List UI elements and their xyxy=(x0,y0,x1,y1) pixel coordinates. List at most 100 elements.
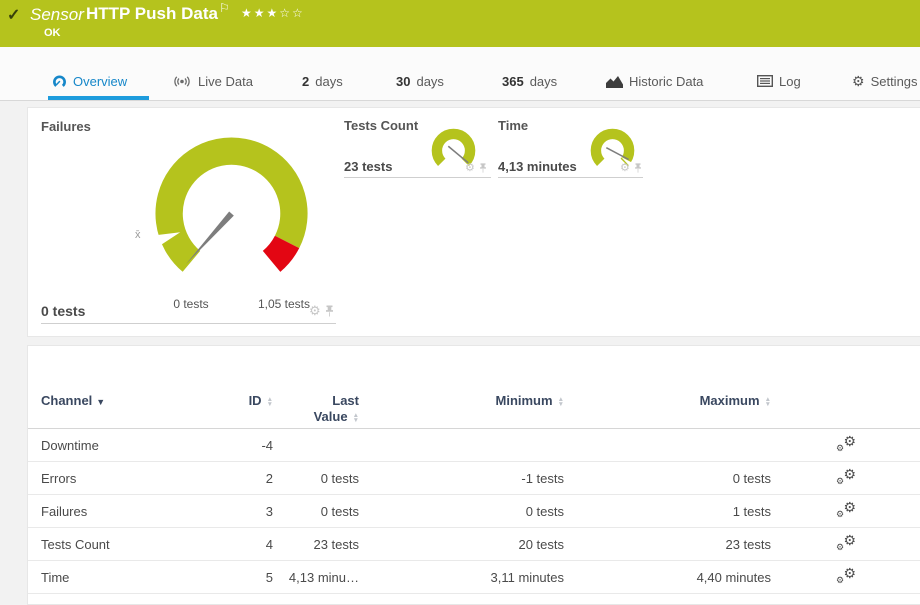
channels-table: Channel ▼ ID▲▼ Last Value ▲▼ Minimum▲▼ Max… xyxy=(28,391,920,594)
gauge-value-failures: 0 tests xyxy=(41,303,85,319)
tab-label: days xyxy=(416,74,443,89)
header-label: Last xyxy=(273,393,359,409)
channel-minimum: 3,11 minutes xyxy=(359,570,564,585)
header-minimum[interactable]: Minimum▲▼ xyxy=(359,393,564,409)
tab-2-days[interactable]: 2 days xyxy=(302,70,343,92)
table-row: Failures 3 0 tests 0 tests 1 tests ⚙⚙ xyxy=(28,495,920,528)
tab-label: days xyxy=(530,74,557,89)
channel-name: Failures xyxy=(41,504,218,519)
channel-settings-icon[interactable]: ⚙⚙ xyxy=(836,567,856,585)
stars-filled[interactable]: ★★★ xyxy=(241,6,279,20)
channel-settings-icon[interactable]: ⚙⚙ xyxy=(836,435,856,453)
channel-id: -4 xyxy=(218,438,273,453)
sensor-title: HTTP Push Data xyxy=(86,4,218,24)
cell-divider xyxy=(344,177,491,178)
channel-minimum: 0 tests xyxy=(359,504,564,519)
priority-stars[interactable]: ★★★☆☆ xyxy=(241,6,305,20)
gauge-title-time: Time xyxy=(498,118,528,133)
channel-minimum: 20 tests xyxy=(359,537,564,552)
table-row: Time 5 4,13 minu… 3,11 minutes 4,40 minu… xyxy=(28,561,920,594)
channel-last-value: 0 tests xyxy=(273,504,359,519)
tab-number: 365 xyxy=(502,74,524,89)
gauge-needle xyxy=(186,212,234,265)
header-channel[interactable]: Channel ▼ xyxy=(41,393,218,410)
channel-last-value: 23 tests xyxy=(273,537,359,552)
channel-id: 2 xyxy=(218,471,273,486)
gear-icon: ⚙ xyxy=(852,74,865,88)
tab-number: 2 xyxy=(302,74,309,89)
tab-settings[interactable]: ⚙ Settings xyxy=(852,70,918,92)
sensor-kind-label: Sensor xyxy=(30,5,84,25)
broadcast-icon xyxy=(172,75,192,88)
header-maximum[interactable]: Maximum▲▼ xyxy=(564,393,771,409)
channel-settings-icon[interactable]: ⚙⚙ xyxy=(836,468,856,486)
tab-label: Log xyxy=(779,74,801,89)
channel-settings-icon[interactable]: ⚙⚙ xyxy=(836,534,856,552)
tab-label: Settings xyxy=(871,74,918,89)
tab-historic-data[interactable]: Historic Data xyxy=(606,70,703,92)
pin-icon[interactable] xyxy=(325,305,334,317)
channel-maximum: 0 tests xyxy=(564,471,771,486)
channel-maximum: 23 tests xyxy=(564,537,771,552)
area-chart-icon xyxy=(606,75,623,88)
channel-name: Tests Count xyxy=(41,537,218,552)
average-marker-label: x̄ xyxy=(135,229,141,241)
gauge-icon xyxy=(52,74,67,89)
channel-last-value: 4,13 minu… xyxy=(273,570,359,585)
pin-icon[interactable] xyxy=(634,163,642,173)
header-label: Channel xyxy=(41,393,92,408)
gauge-actions-failures: ⚙ xyxy=(309,305,334,317)
gauge-title-tests-count: Tests Count xyxy=(344,118,418,133)
flag-icon[interactable]: ⚐ xyxy=(219,1,230,15)
gear-icon[interactable]: ⚙ xyxy=(465,162,475,174)
gauge-actions-time: ⚙ xyxy=(620,162,642,174)
table-row: Errors 2 0 tests -1 tests 0 tests ⚙⚙ xyxy=(28,462,920,495)
gear-icon[interactable]: ⚙ xyxy=(620,162,630,174)
channel-id: 3 xyxy=(218,504,273,519)
tab-label: Overview xyxy=(73,74,127,89)
gauge-value-time: 4,13 minutes xyxy=(498,159,577,174)
gauge-title-failures: Failures xyxy=(41,119,91,134)
tab-365-days[interactable]: 365 days xyxy=(502,70,557,92)
channel-id: 5 xyxy=(218,570,273,585)
table-header-row: Channel ▼ ID▲▼ Last Value ▲▼ Minimum▲▼ Max… xyxy=(28,391,920,429)
channel-maximum: 4,40 minutes xyxy=(564,570,771,585)
gear-icon[interactable]: ⚙ xyxy=(309,305,321,317)
active-tab-underline xyxy=(48,96,149,100)
header-last-value[interactable]: Last Value ▲▼ xyxy=(273,393,359,425)
tab-30-days[interactable]: 30 days xyxy=(396,70,444,92)
prtg-sensor-page: { "colors": { "brand_green": "#b5c31d", … xyxy=(0,0,920,594)
channel-name: Downtime xyxy=(41,438,218,453)
tab-bar: Overview Live Data 2 days 30 days 365 da… xyxy=(0,47,920,101)
stars-empty[interactable]: ☆☆ xyxy=(279,6,305,20)
gauge-actions-tests-count: ⚙ xyxy=(465,162,487,174)
tab-log[interactable]: Log xyxy=(757,70,801,92)
tab-live-data[interactable]: Live Data xyxy=(172,70,253,92)
channel-minimum: -1 tests xyxy=(359,471,564,486)
tab-label: Historic Data xyxy=(629,74,703,89)
header-id[interactable]: ID▲▼ xyxy=(218,393,273,409)
sort-desc-icon: ▼ xyxy=(96,397,105,407)
table-row: Downtime -4 ⚙⚙ xyxy=(28,429,920,462)
channels-panel: Channel ▼ ID▲▼ Last Value ▲▼ Minimum▲▼ Max… xyxy=(27,345,920,605)
tab-overview[interactable]: Overview xyxy=(52,70,127,92)
channel-name: Errors xyxy=(41,471,218,486)
gauges-panel: Failures x̄ 0 tests 1,05 tests 0 tests ⚙… xyxy=(27,107,920,337)
cell-divider xyxy=(41,323,336,324)
failures-gauge xyxy=(129,119,334,314)
pin-icon[interactable] xyxy=(479,163,487,173)
tab-label: days xyxy=(315,74,342,89)
channel-name: Time xyxy=(41,570,218,585)
status-check-icon: ✓ xyxy=(7,5,20,25)
header-label: Value xyxy=(314,409,348,424)
tab-label: Live Data xyxy=(198,74,253,89)
cell-divider xyxy=(498,177,643,178)
channel-id: 4 xyxy=(218,537,273,552)
table-row: Tests Count 4 23 tests 20 tests 23 tests… xyxy=(28,528,920,561)
channel-maximum: 1 tests xyxy=(564,504,771,519)
sort-icon: ▲▼ xyxy=(353,413,359,423)
header-label: ID xyxy=(249,393,262,408)
channel-settings-icon[interactable]: ⚙⚙ xyxy=(836,501,856,519)
header-label: Minimum xyxy=(496,393,553,408)
tab-number: 30 xyxy=(396,74,410,89)
